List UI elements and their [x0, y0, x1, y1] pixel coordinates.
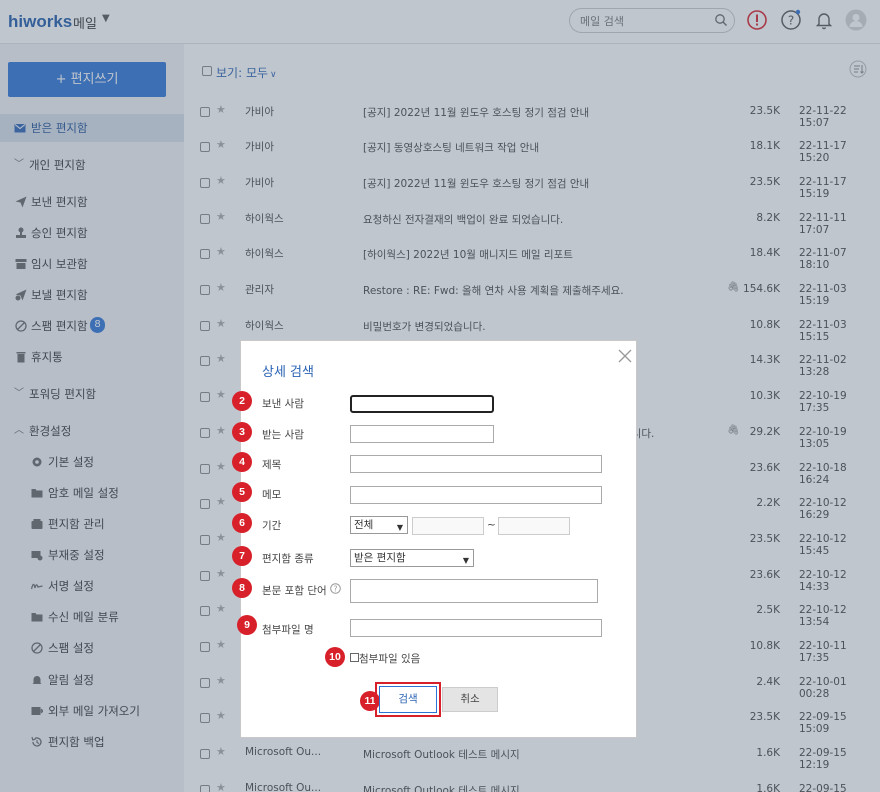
chevron-down-icon: ▼	[462, 556, 469, 565]
step-badge-8: 8	[232, 578, 252, 598]
body-words-label: 본문 포함 단어	[262, 585, 327, 597]
memo-label: 메모	[262, 489, 282, 501]
subject-label: 제목	[262, 459, 282, 471]
step-badge-10: 10	[325, 647, 345, 667]
sender-label: 보낸 사람	[262, 398, 304, 410]
step-badge-5: 5	[232, 482, 252, 502]
recipient-label: 받는 사람	[262, 429, 304, 441]
step-badge-3: 3	[232, 422, 252, 442]
mailbox-type-label: 편지함 종류	[262, 553, 314, 565]
recipient-input[interactable]	[350, 425, 494, 443]
step-badge-6: 6	[232, 513, 252, 533]
attachment-name-label: 첨부파일 명	[262, 624, 314, 636]
help-icon[interactable]: ?	[330, 583, 341, 594]
has-attachment-checkbox[interactable]	[350, 653, 359, 662]
step-badge-7: 7	[232, 546, 252, 566]
mailbox-type-select[interactable]: 받은 편지함 ▼	[350, 549, 474, 567]
memo-input[interactable]	[350, 486, 602, 504]
body-words-input[interactable]	[350, 579, 598, 603]
step-badge-9: 9	[237, 615, 257, 635]
dialog-title: 상세 검색	[262, 365, 314, 380]
period-label: 기간	[262, 520, 282, 532]
mailbox-type-value: 받은 편지함	[354, 552, 406, 564]
svg-text:?: ?	[334, 584, 338, 593]
sender-input[interactable]	[350, 395, 494, 413]
subject-input[interactable]	[350, 455, 602, 473]
step-badge-4: 4	[232, 452, 252, 472]
period-select-value: 전체	[354, 519, 374, 531]
search-button[interactable]: 검색	[379, 686, 437, 713]
has-attachment-label: 첨부파일 있음	[359, 653, 421, 665]
step-badge-2: 2	[232, 391, 252, 411]
end-date-input[interactable]	[498, 517, 570, 535]
close-icon[interactable]	[618, 349, 632, 363]
date-range-separator: ~	[487, 519, 496, 531]
period-select[interactable]: 전체 ▼	[350, 516, 408, 534]
start-date-input[interactable]	[412, 517, 484, 535]
chevron-down-icon: ▼	[396, 523, 403, 532]
attachment-name-input[interactable]	[350, 619, 602, 637]
cancel-button[interactable]: 취소	[442, 687, 498, 712]
